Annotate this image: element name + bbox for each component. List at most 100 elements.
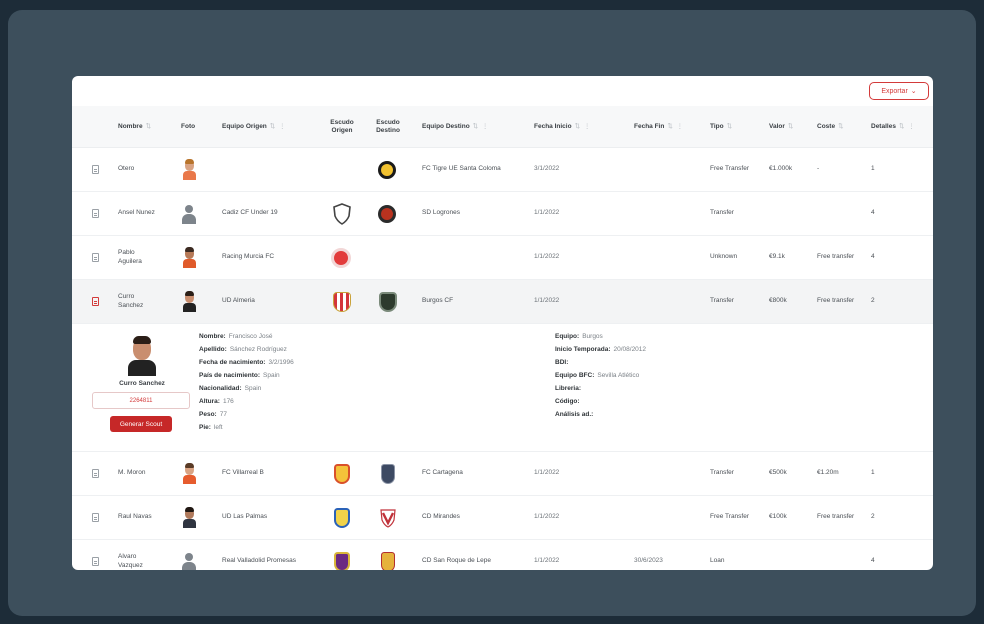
start-date: 1/1/2022 (534, 513, 560, 521)
transfers-table-card: Exportar ⌄ Nombre ⇅ Foto Equipo Origen ⇅ ⋮… (72, 76, 933, 570)
transfer-cost (817, 540, 857, 570)
player-photo-placeholder (181, 540, 197, 570)
table-row[interactable]: Pablo Aguilera Racing Murcia FC 1/1/2022… (72, 236, 933, 280)
document-icon[interactable] (92, 496, 99, 539)
document-icon[interactable] (92, 452, 99, 495)
transfer-cost: Free transfer (817, 253, 855, 261)
col-header-foto[interactable]: Foto (181, 106, 211, 148)
dest-team: Burgos CF (422, 297, 454, 305)
col-header-escudo-origen[interactable]: Escudo Origen (324, 106, 360, 148)
col-header-fecha-inicio[interactable]: Fecha Inicio ⇅ ⋮ (534, 106, 619, 148)
transfer-value: €1.000k (769, 165, 793, 173)
transfer-value: €800k (769, 297, 787, 305)
col-header-fecha-fin[interactable]: Fecha Fin ⇅ ⋮ (634, 106, 704, 148)
transfer-type: Transfer (710, 469, 734, 477)
player-photo (182, 148, 196, 191)
dest-team: CD Mirandes (422, 513, 460, 521)
sort-icon: ⇅ ⋮ (574, 123, 592, 131)
origin-crest (334, 540, 350, 570)
dest-team: FC Tigre UE Santa Coloma (422, 165, 501, 173)
end-date: 30/6/2023 (634, 557, 663, 565)
origin-team: Cadiz CF Under 19 (222, 209, 278, 217)
detail-player-photo (126, 336, 158, 376)
transfer-cost: €1.20m (817, 469, 839, 477)
table-row[interactable]: Ansel Nunez Cadiz CF Under 19 SD Logrone… (72, 192, 933, 236)
player-name: Curro Sanchez (118, 292, 144, 309)
player-name: Raul Navas (118, 513, 152, 521)
table-row[interactable]: M. Moron FC Villarreal B FC Cartagena 1/… (72, 452, 933, 496)
sort-icon: ⇅ (787, 123, 795, 131)
origin-team: UD Las Palmas (222, 513, 268, 521)
sort-icon: ⇅ (726, 123, 734, 131)
player-photo (182, 280, 196, 323)
player-photo (182, 236, 196, 279)
origin-team: Racing Murcia FC (222, 253, 275, 261)
table-row[interactable]: Alvaro Vazquez Real Valladolid Promesas … (72, 540, 933, 570)
details-count: 4 (871, 557, 875, 565)
col-header-equipo-destino[interactable]: Equipo Destino ⇅ ⋮ (422, 106, 522, 148)
generate-scout-button[interactable]: Generar Scout (110, 416, 172, 432)
transfer-value: €100k (769, 513, 787, 521)
origin-team: UD Almeria (222, 297, 255, 305)
start-date: 1/1/2022 (534, 209, 560, 217)
dest-crest (379, 280, 397, 323)
col-header-escudo-destino[interactable]: Escudo Destino (370, 106, 406, 148)
details-count: 1 (871, 469, 875, 477)
player-name: Ansel Nunez (118, 209, 155, 217)
col-header-nombre[interactable]: Nombre ⇅ (118, 106, 173, 148)
col-header-detalles[interactable]: Detalles ⇅ ⋮ (871, 106, 929, 148)
transfer-value: €500k (769, 469, 787, 477)
col-header-coste[interactable]: Coste ⇅ (817, 106, 862, 148)
col-header-equipo-origen[interactable]: Equipo Origen ⇅ ⋮ (222, 106, 312, 148)
col-header-valor[interactable]: Valor ⇅ (769, 106, 809, 148)
sort-icon: ⇅ ⋮ (667, 123, 685, 131)
details-count: 2 (871, 297, 875, 305)
detail-left-fields: Nombre: Francisco José Apellido: Sánchez R… (199, 333, 294, 431)
sort-icon: ⇅ (838, 123, 845, 131)
document-icon[interactable] (92, 280, 99, 323)
document-icon[interactable] (92, 236, 99, 279)
start-date: 1/1/2022 (534, 297, 560, 305)
dest-team: CD San Roque de Lepe (422, 557, 492, 565)
export-label: Exportar (881, 87, 908, 95)
player-detail-panel: Curro Sanchez 2264811 Generar Scout Nomb… (72, 324, 933, 452)
origin-team: Real Valladolid Promesas (222, 557, 296, 565)
player-name: Otero (118, 165, 135, 173)
dest-team: FC Cartagena (422, 469, 463, 477)
transfer-type: Transfer (710, 209, 734, 217)
origin-crest (332, 192, 352, 235)
origin-crest (334, 452, 350, 495)
transfer-cost (817, 192, 857, 235)
table-row[interactable]: Otero FC Tigre UE Santa Coloma 3/1/2022 … (72, 148, 933, 192)
transfer-cost: Free transfer (817, 513, 855, 521)
player-photo (182, 452, 196, 495)
origin-crest (334, 496, 350, 539)
transfer-type: Transfer (710, 297, 734, 305)
dest-crest (381, 452, 395, 495)
player-name: M. Moron (118, 469, 146, 477)
document-icon[interactable] (92, 540, 99, 570)
table-row-selected[interactable]: Curro Sanchez UD Almeria Burgos CF 1/1/2… (72, 280, 933, 324)
transfer-type: Free Transfer (710, 165, 750, 173)
export-button[interactable]: Exportar ⌄ (869, 82, 929, 100)
sort-icon: ⇅ ⋮ (472, 123, 490, 131)
chevron-down-icon: ⌄ (910, 88, 917, 95)
col-header-tipo[interactable]: Tipo ⇅ (710, 106, 755, 148)
start-date: 1/1/2022 (534, 253, 560, 261)
transfer-cost: Free transfer (817, 297, 855, 305)
transfer-cost: - (817, 165, 820, 173)
detail-id-input[interactable]: 2264811 (92, 392, 190, 409)
details-count: 1 (871, 165, 875, 173)
transfer-value: €9.1k (769, 253, 785, 261)
start-date: 3/1/2022 (534, 165, 560, 173)
sort-icon: ⇅ ⋮ (269, 123, 287, 131)
table-row[interactable]: Raul Navas UD Las Palmas CD Mirandes 1/1… (72, 496, 933, 540)
document-icon[interactable] (92, 192, 99, 235)
transfer-type: Unknown (710, 253, 738, 261)
player-photo (182, 496, 196, 539)
document-icon[interactable] (92, 148, 99, 191)
details-count: 4 (871, 209, 875, 217)
details-count: 4 (871, 253, 875, 261)
player-name: Pablo Aguilera (118, 248, 142, 265)
dest-team (422, 236, 527, 279)
